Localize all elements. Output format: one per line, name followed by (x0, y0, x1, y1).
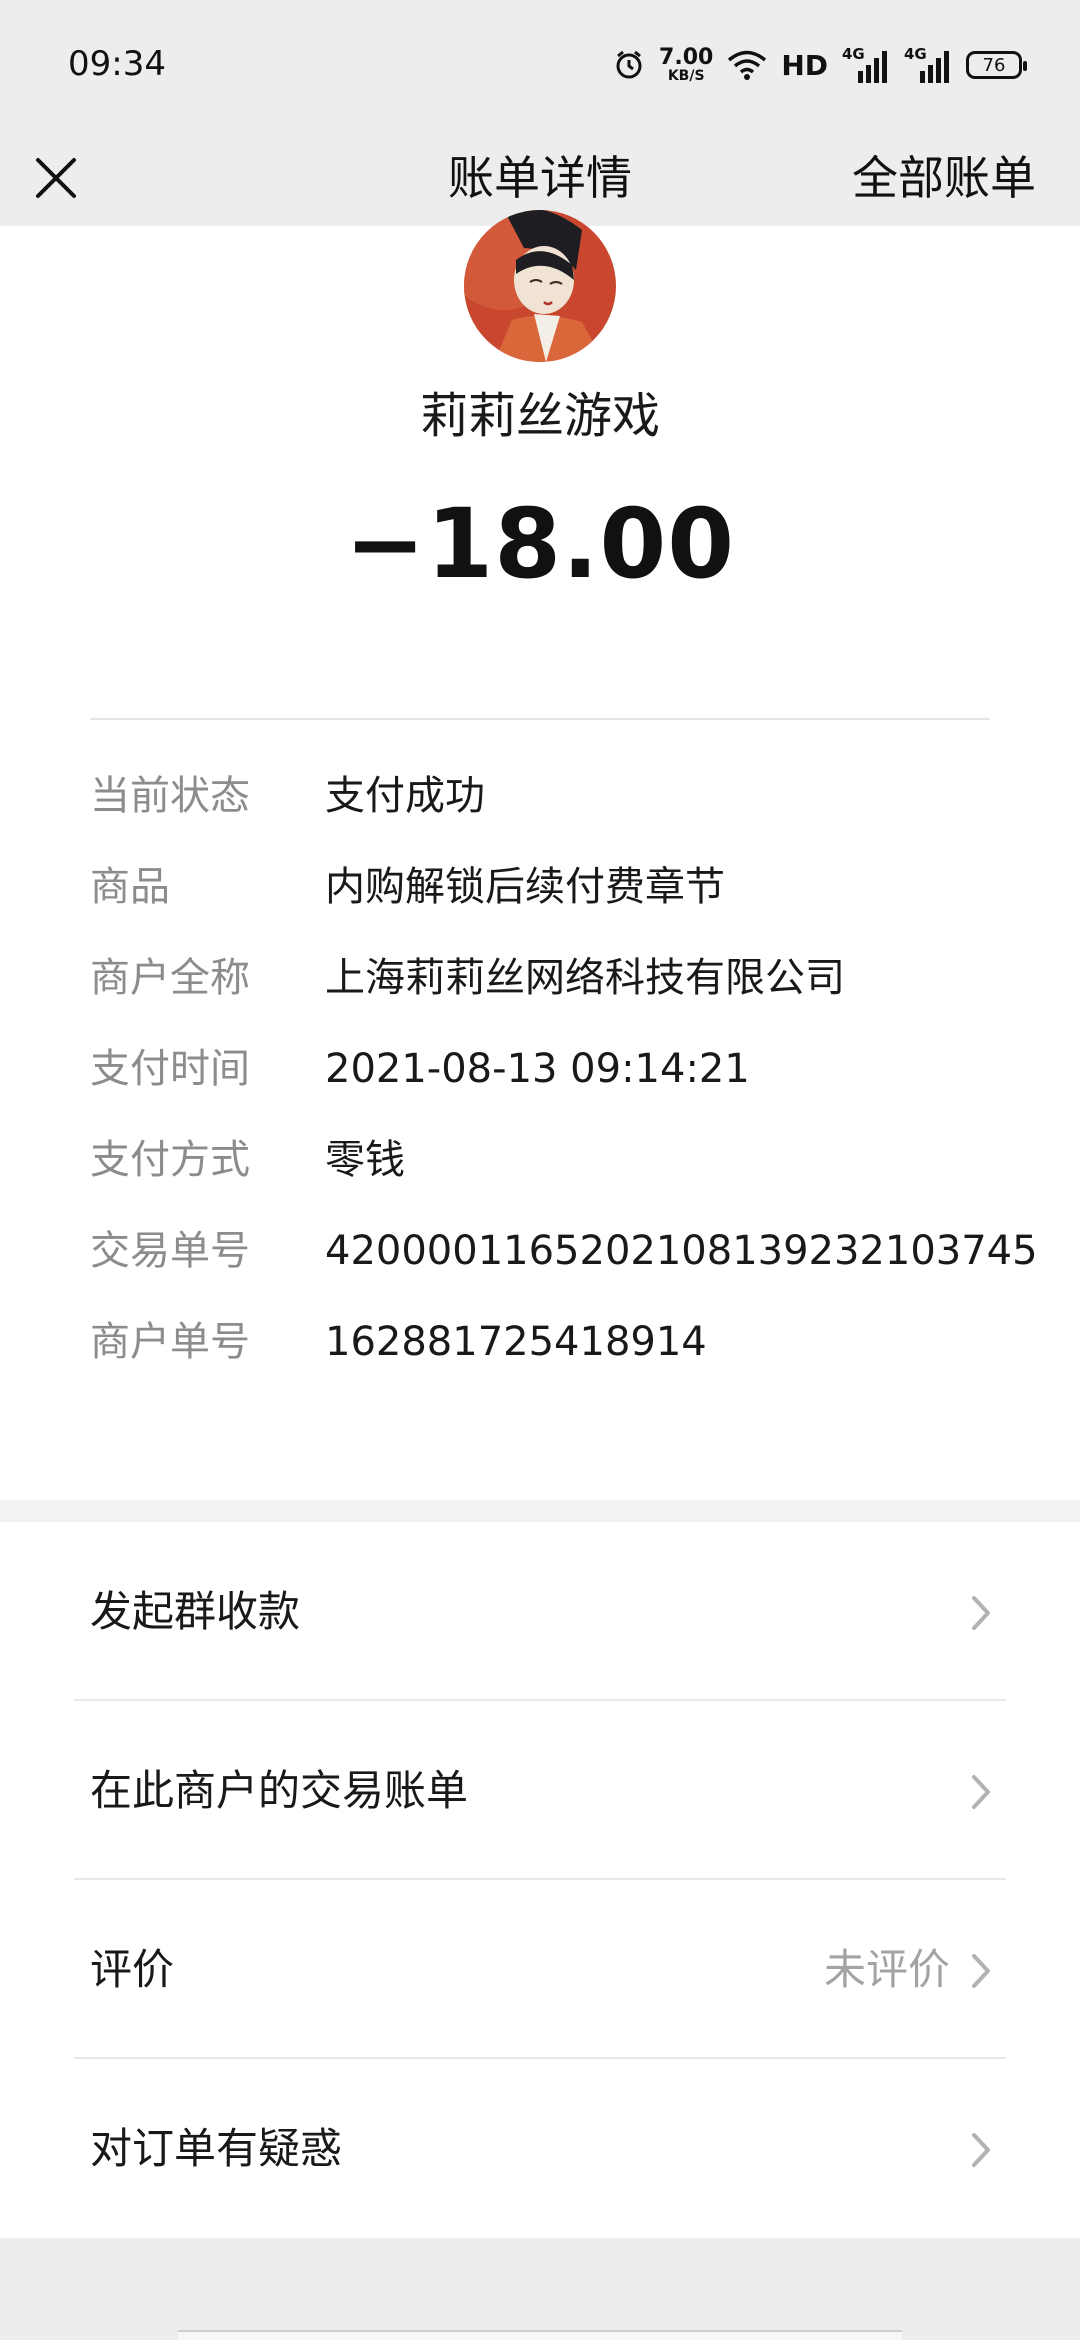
menu-item-label: 评价 (90, 1945, 175, 1994)
chevron-right-icon (972, 1596, 990, 1630)
detail-row-transaction-id: 交易单号 4200001165202108139232103745 (90, 1221, 1038, 1312)
detail-key: 商户单号 (90, 1319, 250, 1365)
menu-item-order-question[interactable]: 对订单有疑惑 (0, 2059, 1080, 2238)
bill-summary-card: 莉莉丝游戏 −18.00 当前状态 支付成功 商品 内购解锁后续付费章节 商户全… (0, 210, 1080, 1500)
detail-key: 支付方式 (90, 1137, 250, 1183)
detail-row-product: 商品 内购解锁后续付费章节 (90, 857, 1010, 948)
network-speed-value: 7.00 (659, 45, 714, 70)
action-menu: 发起群收款 在此商户的交易账单 评价 未评价 对订单有疑惑 (0, 1522, 1080, 2238)
menu-item-merchant-bills[interactable]: 在此商户的交易账单 (0, 1701, 1080, 1880)
hd-indicator: HD (781, 48, 828, 82)
wifi-icon (728, 50, 767, 80)
review-status: 未评价 (823, 1945, 950, 1994)
detail-value: 162881725418914 (325, 1319, 707, 1365)
battery-indicator: 76 (966, 51, 1027, 79)
detail-value: 2021-08-13 09:14:21 (325, 1046, 750, 1092)
signal-icon (920, 51, 949, 83)
menu-item-group-collect[interactable]: 发起群收款 (0, 1522, 1080, 1701)
section-gap (0, 1500, 1080, 1522)
detail-row-status: 当前状态 支付成功 (90, 766, 1010, 857)
detail-key: 商品 (90, 864, 170, 910)
merchant-avatar (464, 210, 616, 362)
network-speed-unit: KB/S (667, 68, 705, 84)
detail-value: 支付成功 (325, 773, 485, 819)
cell-signal-2: 4G (904, 45, 952, 85)
avatar-illustration (464, 210, 616, 362)
transaction-amount: −18.00 (344, 488, 736, 600)
detail-list: 当前状态 支付成功 商品 内购解锁后续付费章节 商户全称 上海莉莉丝网络科技有限… (90, 766, 1038, 1403)
divider (90, 718, 990, 720)
merchant-name: 莉莉丝游戏 (419, 388, 660, 444)
cell-signal-1: 4G (842, 45, 890, 85)
detail-value: 内购解锁后续付费章节 (325, 864, 725, 910)
alarm-icon (616, 50, 642, 79)
menu-item-label: 发起群收款 (90, 1587, 301, 1636)
detail-row-merchant-fullname: 商户全称 上海莉莉丝网络科技有限公司 (90, 948, 1010, 1039)
detail-row-pay-time: 支付时间 2021-08-13 09:14:21 (90, 1039, 1010, 1130)
detail-row-merchant-order-id: 商户单号 162881725418914 (90, 1312, 1010, 1403)
menu-item-review[interactable]: 评价 未评价 (0, 1880, 1080, 2059)
detail-key: 支付时间 (90, 1046, 250, 1092)
all-bills-link[interactable]: 全部账单 (852, 130, 1036, 226)
status-bar: 09:34 7.00 KB/S HD 4G 4G 76 (0, 0, 1080, 130)
signal-icon (858, 51, 887, 83)
detail-key: 当前状态 (90, 773, 250, 819)
network-speed: 7.00 KB/S (659, 45, 714, 84)
detail-value: 4200001165202108139232103745 (325, 1228, 1038, 1274)
menu-item-label: 对订单有疑惑 (90, 2124, 343, 2173)
status-time: 09:34 (68, 44, 166, 84)
status-icons: 7.00 KB/S HD 4G 4G 76 (613, 40, 1027, 90)
chevron-right-icon (972, 1775, 990, 1809)
detail-value: 零钱 (325, 1137, 405, 1183)
bottom-area (0, 2238, 1080, 2340)
detail-value: 上海莉莉丝网络科技有限公司 (325, 955, 845, 1001)
detail-row-pay-method: 支付方式 零钱 (90, 1130, 1010, 1221)
detail-key: 商户全称 (90, 955, 250, 1001)
chevron-right-icon (972, 1954, 990, 1988)
bottom-button-edge (178, 2330, 902, 2340)
chevron-right-icon (972, 2133, 990, 2167)
menu-item-label: 在此商户的交易账单 (90, 1766, 469, 1815)
detail-key: 交易单号 (90, 1228, 250, 1274)
